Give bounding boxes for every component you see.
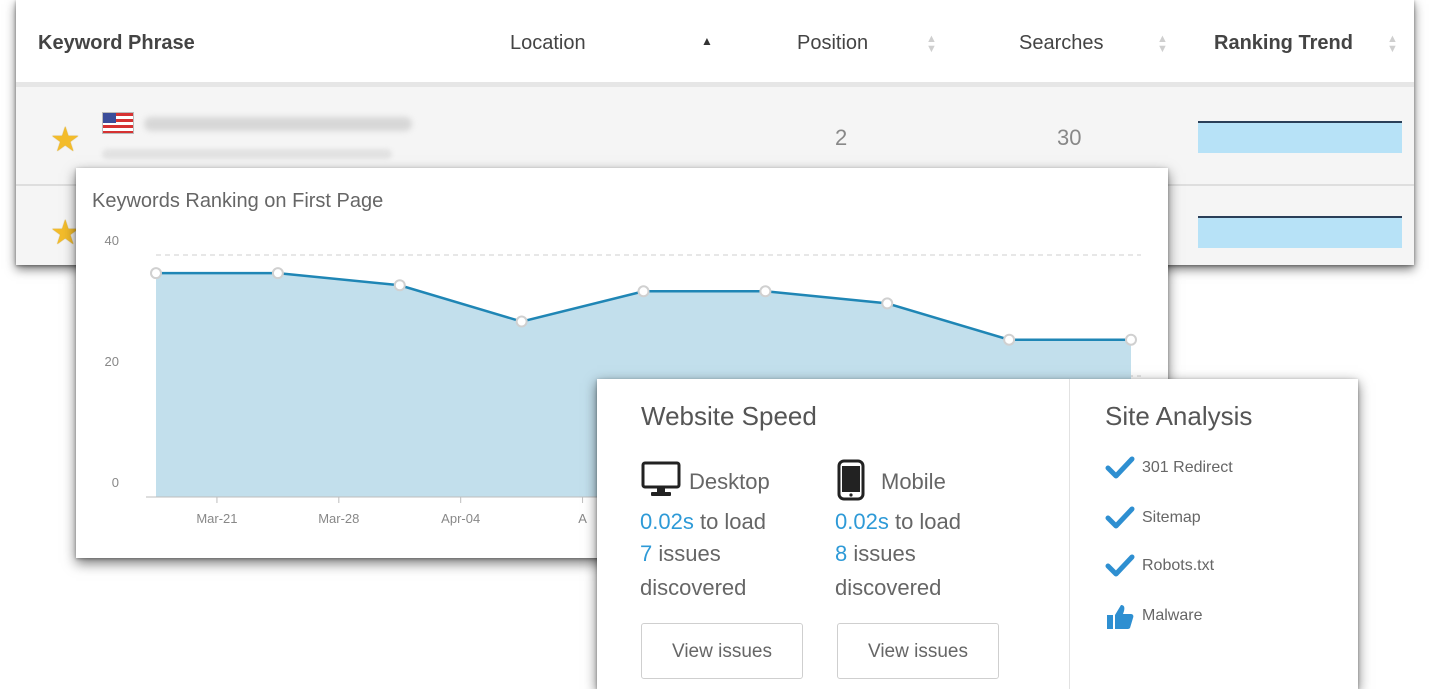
column-header-keyword-phrase[interactable]: Keyword Phrase <box>38 32 195 55</box>
check-icon <box>1105 456 1135 479</box>
sort-icon[interactable]: ▲ ▼ <box>1387 34 1398 55</box>
position-value: 2 <box>835 125 848 150</box>
data-point[interactable] <box>515 315 528 328</box>
desktop-view-issues-button[interactable]: View issues <box>641 623 803 679</box>
mobile-load-time: 0.02s to load <box>835 507 961 537</box>
thumbs-up-icon <box>1107 605 1134 629</box>
check-icon <box>1105 506 1135 529</box>
device-name: Desktop <box>689 469 770 494</box>
device-name: Mobile <box>881 469 946 494</box>
desktop-header: Desktop <box>641 461 770 503</box>
data-point[interactable] <box>1003 333 1016 346</box>
y-tick-label: 20 <box>105 354 119 369</box>
searches-value: 30 <box>1057 125 1082 150</box>
monitor-icon <box>641 461 681 496</box>
data-point[interactable] <box>759 285 772 298</box>
ranking-trend-sparkline <box>1198 121 1402 153</box>
check-icon <box>1105 554 1135 577</box>
x-tick-label: Apr-04 <box>441 511 480 526</box>
data-point[interactable] <box>1125 333 1137 346</box>
data-point[interactable] <box>150 267 162 280</box>
load-time-suffix: to load <box>699 509 767 534</box>
site-analysis-label: Malware <box>1142 607 1203 624</box>
divider <box>1069 379 1070 689</box>
y-tick-label: 40 <box>105 233 119 248</box>
x-tick-label: Mar-28 <box>318 511 359 526</box>
chart-title: Keywords Ranking on First Page <box>92 190 384 212</box>
mobile-view-issues-button[interactable]: View issues <box>837 623 999 679</box>
load-time-value: 0.02s <box>640 509 694 534</box>
site-analysis-item-sitemap: Sitemap <box>1105 505 1201 535</box>
mobile-discovered: discovered <box>835 575 942 600</box>
data-point[interactable] <box>271 267 284 280</box>
mobile-header: Mobile <box>837 459 946 507</box>
issues-word: issues <box>658 541 721 566</box>
desktop-discovered: discovered <box>640 575 747 600</box>
mobile-icon <box>837 459 865 501</box>
data-point[interactable] <box>393 279 406 292</box>
y-tick-label: 0 <box>112 475 119 490</box>
column-header-ranking-trend[interactable]: Ranking Trend <box>1214 32 1353 55</box>
sort-ascending-icon[interactable]: ▲ <box>701 34 713 48</box>
issues-count: 8 <box>835 541 848 566</box>
blurred-url <box>102 149 392 159</box>
column-header-location[interactable]: Location <box>510 32 586 55</box>
load-time-suffix: to load <box>894 509 962 534</box>
column-header-position[interactable]: Position <box>797 32 868 55</box>
data-point[interactable] <box>881 297 894 310</box>
blurred-keyword <box>144 117 412 131</box>
sort-icon[interactable]: ▲ ▼ <box>1157 34 1168 55</box>
column-header-searches[interactable]: Searches <box>1019 32 1104 55</box>
site-analysis-title: Site Analysis <box>1105 401 1253 431</box>
table-header: Keyword Phrase Location ▲ Position ▲ ▼ Se… <box>16 0 1414 87</box>
x-tick-label: Mar-21 <box>196 511 237 526</box>
x-tick-label: A <box>578 511 587 526</box>
data-point[interactable] <box>637 285 650 298</box>
site-analysis-item-robots-txt: Robots.txt <box>1105 553 1214 583</box>
mobile-issues: 8 issues <box>835 539 916 569</box>
sort-icon[interactable]: ▲ ▼ <box>926 34 937 55</box>
issues-word: issues <box>853 541 916 566</box>
star-icon[interactable]: ★ <box>50 123 80 157</box>
site-analysis-label: Robots.txt <box>1142 557 1215 574</box>
ranking-trend-sparkline <box>1198 216 1402 248</box>
site-analysis-item-301-redirect: 301 Redirect <box>1105 455 1233 485</box>
load-time-value: 0.02s <box>835 509 889 534</box>
us-flag-icon <box>102 112 134 134</box>
desktop-load-time: 0.02s to load <box>640 507 766 537</box>
desktop-issues: 7 issues <box>640 539 721 569</box>
speed-analysis-card: Website Speed Desktop 0.02s to load 7 is… <box>597 379 1358 689</box>
site-analysis-item-malware: Malware <box>1105 603 1202 633</box>
issues-count: 7 <box>640 541 653 566</box>
site-analysis-label: Sitemap <box>1142 509 1201 526</box>
website-speed-title: Website Speed <box>641 401 817 431</box>
site-analysis-label: 301 Redirect <box>1142 459 1233 476</box>
